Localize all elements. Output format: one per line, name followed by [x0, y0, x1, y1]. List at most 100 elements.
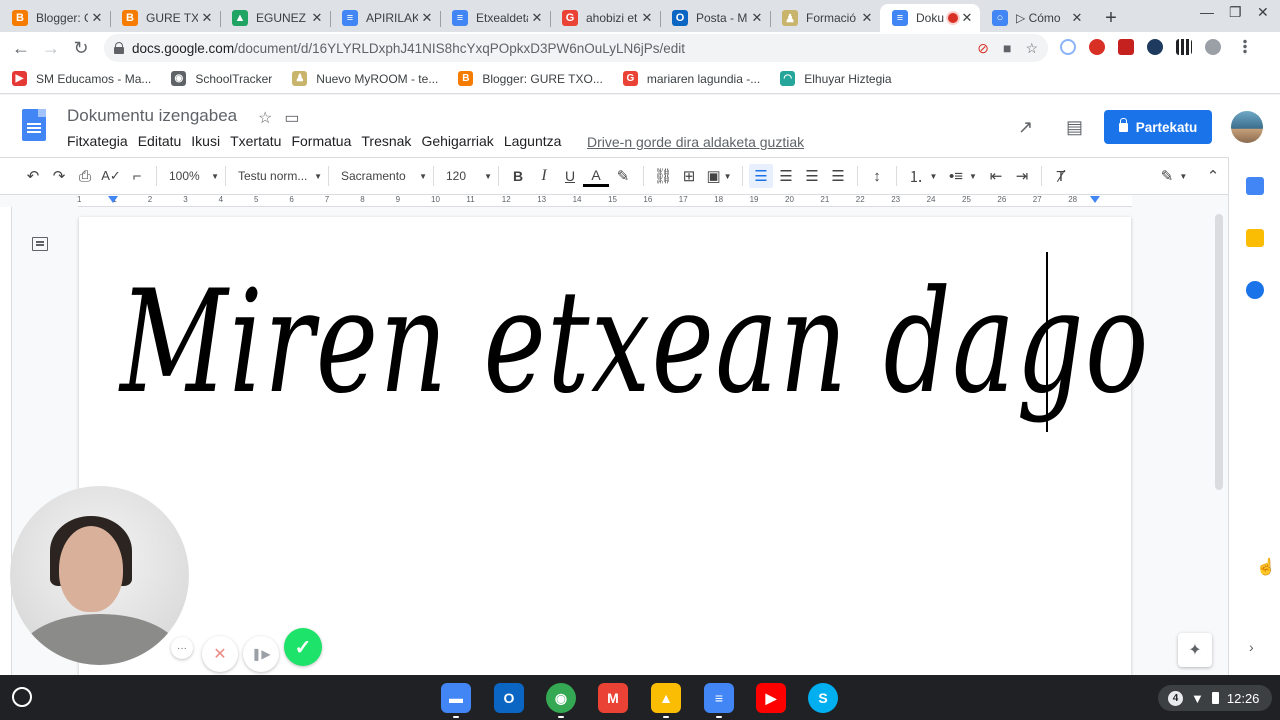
- recorder-pause-button[interactable]: ❚▶: [243, 636, 279, 672]
- insert-link-icon[interactable]: ⛓: [650, 164, 676, 188]
- text-color-icon[interactable]: A: [583, 165, 609, 187]
- browser-tab[interactable]: ▲ EGUNEZ ✕: [220, 4, 330, 32]
- close-tab-icon[interactable]: ✕: [530, 10, 544, 26]
- style-select[interactable]: Testu norm... ▼: [232, 169, 322, 183]
- menu-item[interactable]: Tresnak: [361, 133, 411, 149]
- zoom-select[interactable]: 100% ▼: [163, 169, 219, 183]
- skype-app-icon[interactable]: S: [808, 683, 838, 713]
- recorder-cancel-button[interactable]: ✕: [202, 636, 238, 672]
- calendar-icon[interactable]: [1246, 177, 1264, 195]
- increase-indent-icon[interactable]: ⇥: [1009, 164, 1035, 188]
- spellcheck-icon[interactable]: A✓: [98, 164, 124, 188]
- menu-item[interactable]: Laguntza: [504, 133, 562, 149]
- line-spacing-icon[interactable]: ↕: [864, 164, 890, 188]
- launcher-icon[interactable]: [12, 687, 32, 707]
- browser-tab[interactable]: ≡ Doku ✕: [880, 4, 980, 32]
- right-indent-marker-icon[interactable]: [1090, 196, 1100, 203]
- collapse-menus-icon[interactable]: ⌃: [1200, 164, 1226, 188]
- forward-icon[interactable]: →: [36, 34, 66, 62]
- blocked-site-icon[interactable]: ⊘: [977, 40, 989, 57]
- menu-item[interactable]: Editatu: [138, 133, 182, 149]
- browser-tab[interactable]: ○ ▷ Cómo ✕: [980, 4, 1090, 32]
- decrease-indent-icon[interactable]: ⇤: [983, 164, 1009, 188]
- share-button[interactable]: Partekatu: [1104, 110, 1212, 144]
- document-body-text[interactable]: Miren etxean dago: [120, 272, 1150, 414]
- docs-app-icon[interactable]: ≡: [704, 683, 734, 713]
- gmail-app-icon[interactable]: M: [598, 683, 628, 713]
- document-outline-icon[interactable]: [32, 237, 48, 251]
- redo-icon[interactable]: ↷: [46, 164, 72, 188]
- close-tab-icon[interactable]: ✕: [200, 10, 214, 26]
- close-tab-icon[interactable]: ✕: [310, 10, 324, 26]
- editing-mode-icon[interactable]: ✎ ▼: [1154, 164, 1194, 188]
- save-status[interactable]: Drive-n gorde dira aldaketa guztiak: [587, 134, 804, 150]
- expand-panel-icon[interactable]: ›: [1249, 639, 1254, 655]
- browser-tab[interactable]: ♟ Formació ✕: [770, 4, 880, 32]
- numbered-list-icon[interactable]: ⒈ ▼: [903, 164, 943, 188]
- browser-tab[interactable]: O Posta - M ✕: [660, 4, 770, 32]
- bookmark-item[interactable]: ◉ SchoolTracker: [171, 71, 272, 86]
- close-tab-icon[interactable]: ✕: [1070, 10, 1084, 26]
- document-title[interactable]: Dokumentu izengabea: [67, 106, 237, 126]
- extension-icon[interactable]: [1205, 39, 1221, 55]
- maximize-icon[interactable]: ❐: [1229, 4, 1242, 21]
- reload-icon[interactable]: ↻: [66, 34, 96, 62]
- close-tab-icon[interactable]: ✕: [420, 10, 434, 26]
- docs-logo-icon[interactable]: [22, 109, 46, 141]
- close-tab-icon[interactable]: ✕: [960, 10, 974, 26]
- menu-item[interactable]: Ikusi: [191, 133, 220, 149]
- comments-icon[interactable]: ▤: [1066, 117, 1083, 138]
- extension-icon[interactable]: [1176, 39, 1192, 55]
- camera-icon[interactable]: ■: [1003, 40, 1011, 57]
- close-tab-icon[interactable]: ✕: [90, 10, 104, 26]
- menu-item[interactable]: Formatua: [291, 133, 351, 149]
- explore-button[interactable]: ✦: [1178, 633, 1212, 667]
- address-bar[interactable]: docs.google.com/document/d/16YLYRLDxphJ4…: [104, 34, 1048, 62]
- justify-icon[interactable]: ☰: [825, 164, 851, 188]
- align-left-icon[interactable]: ☰: [749, 164, 773, 188]
- outlook-app-icon[interactable]: O: [494, 683, 524, 713]
- files-app-icon[interactable]: ▬: [441, 683, 471, 713]
- close-tab-icon[interactable]: ✕: [640, 10, 654, 26]
- avatar[interactable]: [1231, 111, 1263, 143]
- activity-trend-icon[interactable]: ↗: [1018, 117, 1033, 138]
- highlight-icon[interactable]: ✎: [609, 164, 637, 188]
- browser-tab[interactable]: B Blogger: G ✕: [0, 4, 110, 32]
- undo-icon[interactable]: ↶: [20, 164, 46, 188]
- chrome-menu-icon[interactable]: [1242, 39, 1248, 55]
- new-tab-button[interactable]: +: [1096, 4, 1126, 32]
- recorder-finish-button[interactable]: ✓: [284, 628, 322, 666]
- left-indent-marker-icon[interactable]: [108, 196, 118, 203]
- bookmark-star-icon[interactable]: ☆: [1025, 40, 1038, 57]
- paint-format-icon[interactable]: ⌐: [124, 164, 150, 188]
- bookmark-item[interactable]: B Blogger: GURE TXO...: [458, 71, 603, 86]
- insert-image-icon[interactable]: ▣ ▼: [702, 164, 736, 188]
- vertical-scrollbar[interactable]: [1215, 214, 1223, 490]
- bold-icon[interactable]: B: [505, 164, 531, 188]
- clear-formatting-icon[interactable]: Ⱦ: [1048, 164, 1074, 188]
- youtube-app-icon[interactable]: ▶: [756, 683, 786, 713]
- font-size-select[interactable]: 120 ▼: [440, 169, 492, 183]
- close-tab-icon[interactable]: ✕: [750, 10, 764, 26]
- extension-icon[interactable]: [1089, 39, 1105, 55]
- menu-item[interactable]: Fitxategia: [67, 133, 128, 149]
- close-tab-icon[interactable]: ✕: [860, 10, 874, 26]
- align-center-icon[interactable]: ☰: [773, 164, 799, 188]
- extension-icon[interactable]: [1147, 39, 1163, 55]
- menu-item[interactable]: Gehigarriak: [421, 133, 493, 149]
- bookmark-item[interactable]: Gmariaren lagundia -...: [622, 71, 760, 86]
- browser-tab[interactable]: B GURE TXO✕: [110, 4, 220, 32]
- drive-app-icon[interactable]: ▲: [651, 683, 681, 713]
- back-icon[interactable]: ←: [6, 34, 36, 62]
- italic-icon[interactable]: I: [531, 164, 557, 188]
- keep-icon[interactable]: [1246, 229, 1264, 247]
- menu-item[interactable]: Txertatu: [230, 133, 281, 149]
- bookmark-item[interactable]: ◠ Elhuyar Hiztegia: [780, 71, 892, 86]
- bookmark-item[interactable]: ♟ Nuevo MyROOM - te...: [292, 71, 438, 86]
- add-comment-icon[interactable]: ⊞: [676, 164, 702, 188]
- browser-tab[interactable]: Gahobizi et ✕: [550, 4, 660, 32]
- print-icon[interactable]: ⎙: [72, 164, 98, 188]
- move-folder-icon[interactable]: ▭: [284, 108, 299, 128]
- extension-icon[interactable]: [1118, 39, 1134, 55]
- chrome-app-icon[interactable]: ◉: [546, 683, 576, 713]
